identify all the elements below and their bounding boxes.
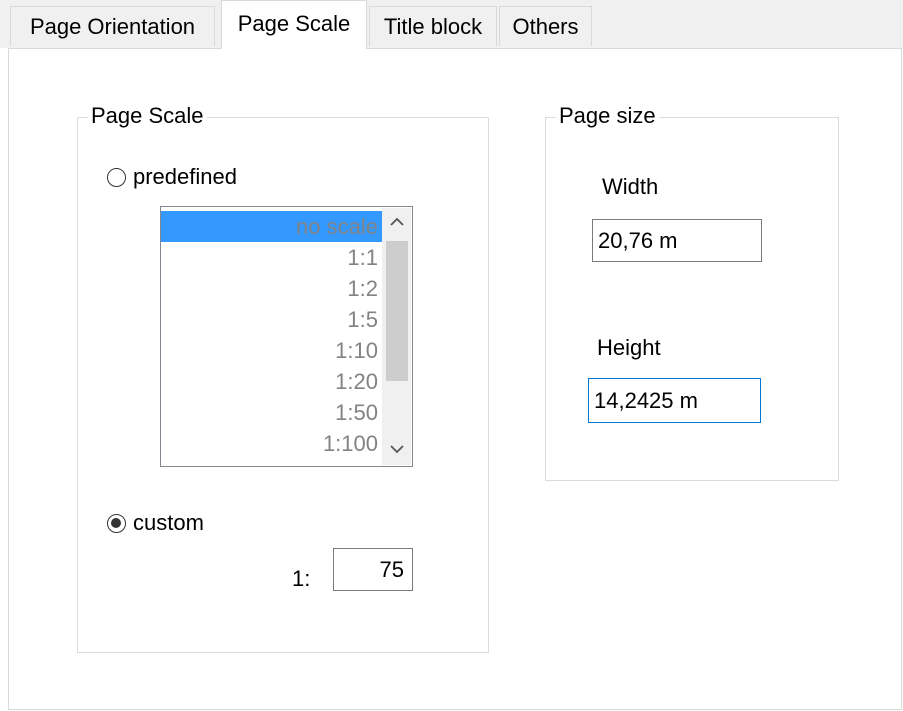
- chevron-down-icon[interactable]: [382, 435, 411, 465]
- predefined-radio-option[interactable]: predefined: [107, 164, 237, 190]
- chevron-up-icon[interactable]: [382, 208, 411, 238]
- page-size-group: Page size: [545, 103, 839, 481]
- custom-scale-prefix: 1:: [292, 566, 311, 591]
- tab-strip: Page Orientation Page Scale Title block …: [0, 0, 903, 49]
- list-item-1-1[interactable]: 1:1: [161, 242, 382, 273]
- height-label: Height: [597, 335, 661, 360]
- predefined-radio-button[interactable]: [107, 167, 126, 187]
- custom-radio-button[interactable]: [107, 513, 126, 533]
- list-item-1-100[interactable]: 1:100: [161, 428, 382, 459]
- page-setup-dialog: Page Orientation Page Scale Title block …: [0, 0, 903, 711]
- width-input[interactable]: 20,76 m: [592, 219, 762, 262]
- scale-list-items: no scale 1:1 1:2 1:5 1:10 1:20 1:50 1:10…: [161, 211, 382, 459]
- tab-title-block[interactable]: Title block: [369, 6, 497, 46]
- custom-radio-option[interactable]: custom: [107, 510, 204, 536]
- list-item-1-5[interactable]: 1:5: [161, 304, 382, 335]
- list-item-1-10[interactable]: 1:10: [161, 335, 382, 366]
- listbox-scrollbar[interactable]: [382, 208, 411, 465]
- custom-radio-label[interactable]: custom: [133, 510, 204, 536]
- tab-others[interactable]: Others: [499, 6, 592, 46]
- custom-scale-input[interactable]: 75: [333, 548, 413, 591]
- tab-page-orientation[interactable]: Page Orientation: [10, 6, 215, 46]
- width-value[interactable]: 20,76 m: [598, 228, 678, 253]
- list-item-1-20[interactable]: 1:20: [161, 366, 382, 397]
- height-value[interactable]: 14,2425 m: [594, 388, 698, 413]
- predefined-radio-label[interactable]: predefined: [133, 164, 237, 190]
- list-item-1-2[interactable]: 1:2: [161, 273, 382, 304]
- list-item-no-scale[interactable]: no scale: [161, 211, 382, 242]
- tab-page-scale[interactable]: Page Scale: [221, 0, 367, 49]
- page-scale-group-title: Page Scale: [88, 103, 207, 129]
- page-size-group-title: Page size: [556, 103, 659, 129]
- predefined-scale-listbox[interactable]: no scale 1:1 1:2 1:5 1:10 1:20 1:50 1:10…: [160, 206, 413, 467]
- custom-scale-value[interactable]: 75: [380, 557, 404, 582]
- scrollbar-thumb[interactable]: [386, 241, 408, 381]
- height-input[interactable]: 14,2425 m: [588, 378, 761, 423]
- width-label: Width: [602, 174, 659, 199]
- list-item-1-50[interactable]: 1:50: [161, 397, 382, 428]
